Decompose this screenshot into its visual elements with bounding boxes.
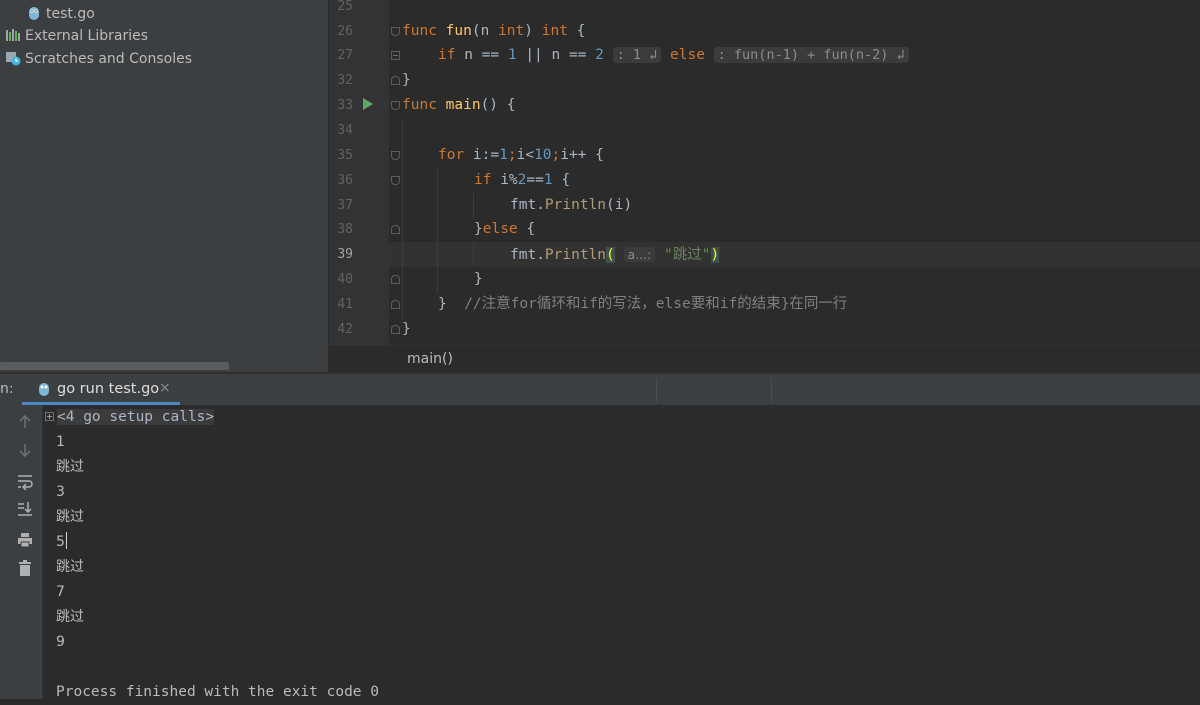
indent-guide [437,168,438,293]
divider [771,378,772,402]
code-line-41: } //注意for循环和if的写法，else要和if的结束}在同一行 [438,296,848,312]
close-icon[interactable]: × [159,380,171,396]
libraries-icon [5,27,21,43]
line-number: 27 [337,48,353,63]
console-line: 跳过 [56,459,84,475]
expand-icon[interactable] [45,412,54,421]
indent-guide [473,193,474,218]
console-line: 跳过 [56,509,84,525]
indent-guide [402,118,403,318]
tree-item-label: Scratches and Consoles [25,51,192,67]
console-line: 跳过 [56,559,84,575]
gopher-file-icon [37,381,51,397]
run-tool-window-header: n: go run test.go × [0,373,1200,405]
fold-marker-icon[interactable] [391,300,400,309]
breadcrumb-item-main[interactable]: main() [407,351,453,367]
line-number: 42 [337,322,353,337]
code-line-27: if n == 1 || n == 2 : 1 ↲ else : fun(n-1… [438,43,909,68]
code-line-33: func main() { [402,97,516,113]
line-number: 36 [337,173,353,188]
line-number: 37 [337,198,353,213]
tree-item-external-libraries[interactable]: External Libraries [5,25,148,47]
tab-label: go run test.go [57,381,160,397]
text-caret [65,532,67,549]
code-line-26: func fun(n int) int { [402,23,586,39]
line-number: 38 [337,222,353,237]
fold-marker-icon[interactable] [391,151,400,160]
line-number-current: 39 [337,247,353,262]
console-line: 9 [56,634,65,650]
code-line-40: } [474,271,483,287]
tree-item-label: test.go [46,6,95,22]
tree-item-test-go[interactable]: test.go [26,3,95,25]
scratches-icon [5,50,21,66]
code-line-35: for i:=1;i<10;i++ { [438,147,604,163]
run-gutter-icon[interactable] [363,98,373,110]
fold-marker-icon[interactable] [391,27,400,36]
gopher-file-icon [26,5,42,21]
console-line: 7 [56,584,65,600]
breadcrumb: main() [329,345,1200,373]
console-line: 1 [56,434,65,450]
code-line-38: }else { [474,221,536,237]
console-line: 跳过 [56,609,84,625]
trash-icon[interactable] [16,559,34,577]
fold-marker-icon[interactable] [391,176,400,185]
console-line-with-caret: 5 [56,532,67,550]
console-setup-calls[interactable]: <4 go setup calls> [45,405,215,430]
folded-expression-hint[interactable]: : fun(n-1) + fun(n-2) ↲ [713,47,909,63]
fold-marker-icon[interactable] [391,225,400,234]
fold-marker-icon[interactable] [391,275,400,284]
code-comment: //注意for循环和if的写法，else要和if的结束}在同一行 [464,296,848,312]
line-number: 25 [337,0,353,14]
fold-marker-icon[interactable] [391,101,400,110]
horizontal-scrollbar[interactable] [0,362,229,370]
tab-go-run-test-go[interactable]: go run test.go × [22,374,180,405]
tree-item-label: External Libraries [25,28,148,44]
folded-expression-hint[interactable]: : 1 ↲ [612,47,662,63]
fold-expand-icon[interactable] [391,51,400,60]
up-arrow-icon[interactable] [16,413,34,431]
fold-marker-icon[interactable] [391,76,400,85]
line-number: 40 [337,272,353,287]
indent-guide [473,242,474,267]
code-line-42: } [402,321,411,337]
code-line-37: fmt.Println(i) [510,197,633,213]
code-editor[interactable]: 25 26 27 32 33 34 35 36 37 38 39 40 41 4… [329,0,1200,345]
console-exit-message: Process finished with the exit code 0 [56,684,380,700]
scroll-to-end-icon[interactable] [16,500,34,518]
project-tree: test.go External Libraries Scratches and… [0,0,328,372]
code-line-32: } [402,72,411,88]
parameter-name-hint: a...: [623,247,656,262]
down-arrow-icon[interactable] [16,441,34,459]
line-number: 35 [337,148,353,163]
line-number: 34 [337,123,353,138]
tree-item-scratches[interactable]: Scratches and Consoles [5,48,192,70]
run-side-toolbar [0,405,43,699]
line-number: 26 [337,24,353,39]
line-number: 32 [337,73,353,88]
line-number: 41 [337,297,353,312]
fold-marker-icon[interactable] [391,325,400,334]
soft-wrap-icon[interactable] [16,472,34,491]
console-line: 3 [56,484,65,500]
print-icon[interactable] [16,531,34,549]
code-line-36: if i%2==1 { [474,172,571,188]
line-number: 33 [337,98,353,113]
run-console-output[interactable]: <4 go setup calls> 1 跳过 3 跳过 5 跳过 7 跳过 9… [43,405,1200,700]
divider [656,378,657,402]
run-window-label: n: [0,381,14,397]
code-line-39: fmt.Println( a...: "跳过") [510,247,720,263]
